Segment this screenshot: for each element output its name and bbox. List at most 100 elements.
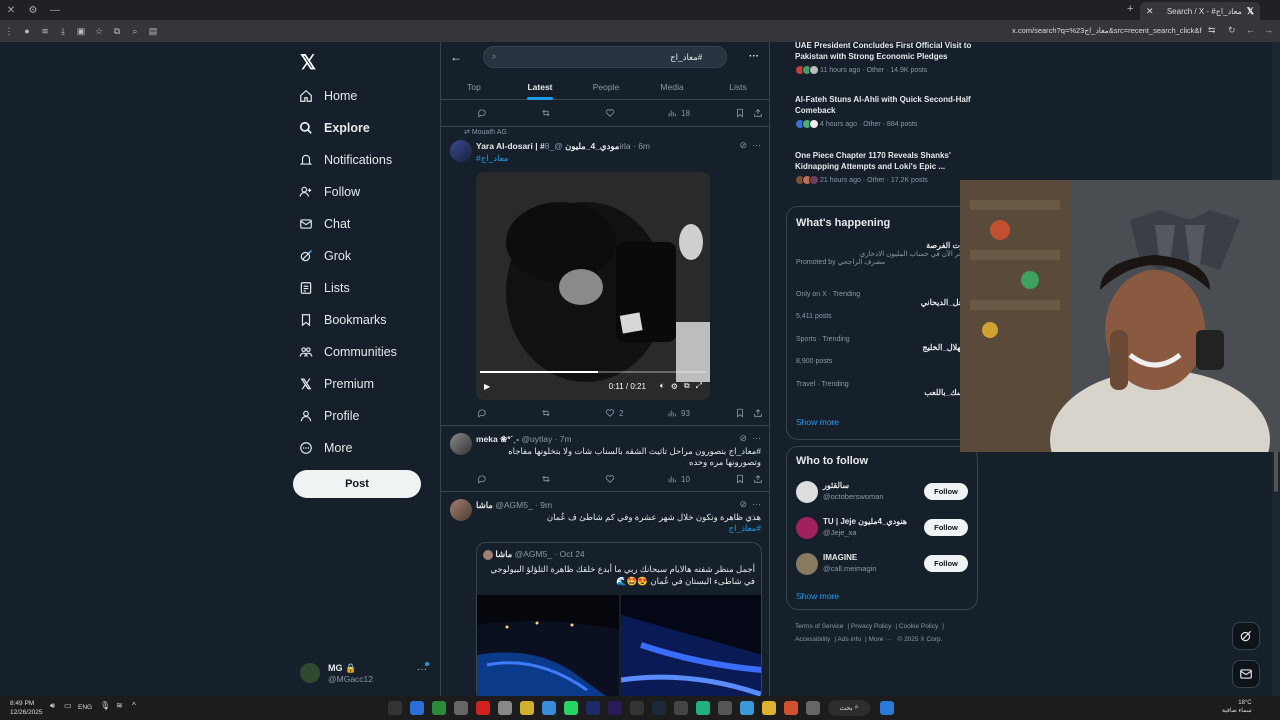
footer-link[interactable]: Terms of Service	[795, 623, 843, 630]
photoshop-icon[interactable]	[586, 701, 600, 715]
views-button[interactable]: 10	[667, 474, 735, 484]
app-icon[interactable]	[674, 701, 688, 715]
mic-icon[interactable]: 🎙︎	[100, 701, 114, 715]
tab-x-search[interactable]: ✕ Search / X - #معاد_اج 𝕏	[1140, 2, 1260, 20]
footer-link[interactable]: Ads info	[838, 636, 862, 643]
site-settings-icon[interactable]: ⇆	[1208, 25, 1216, 36]
weather-widget[interactable]: 18°C سماء صافية	[1222, 699, 1252, 715]
menu-icon[interactable]: ⋮	[0, 26, 18, 37]
copy-icon[interactable]: ⧉	[108, 26, 126, 37]
avatar[interactable]	[450, 140, 472, 162]
tab-lists[interactable]: Lists	[705, 76, 769, 99]
reply-icon[interactable]	[477, 474, 541, 484]
speaker-icon[interactable]: 🔊︎	[50, 701, 64, 715]
close-tab-icon[interactable]: ✕	[1146, 6, 1154, 17]
steam-icon[interactable]	[652, 701, 666, 715]
start-icon[interactable]	[880, 701, 894, 715]
wifi-icon[interactable]: ≋	[116, 701, 130, 715]
app-icon[interactable]	[498, 701, 512, 715]
browser-settings-icon[interactable]: ⚙	[22, 5, 44, 16]
author-handle[interactable]: @uytlay · 7m	[521, 434, 571, 444]
app-icon[interactable]	[806, 701, 820, 715]
more-dots-icon[interactable]: ···	[752, 433, 761, 443]
language-indicator[interactable]: ENG	[78, 704, 92, 711]
more-dots-icon[interactable]: ···	[752, 499, 761, 509]
views-button[interactable]: 18	[667, 108, 735, 118]
grok-icon[interactable]: ⊘	[739, 433, 747, 443]
tab-latest[interactable]: Latest	[507, 76, 573, 100]
follow-suggestion[interactable]: سالقثور @octoberswoman Follow	[796, 479, 974, 505]
news-item[interactable]: UAE President Concludes First Official V…	[795, 42, 975, 75]
news-item[interactable]: Al-Fateh Stuns Al-Ahli with Quick Second…	[795, 94, 975, 129]
app-icon[interactable]	[520, 701, 534, 715]
account-switcher[interactable]: MG 🔒 @MGacc12 ···	[300, 658, 435, 688]
avatar[interactable]	[450, 499, 472, 521]
sidebar-icon[interactable]: ▣	[72, 26, 90, 37]
app-icon[interactable]	[696, 701, 710, 715]
quote-image-left[interactable]	[477, 595, 619, 696]
video-player[interactable]: ▶ 0:11 / 0:21 🔈︎ ⚙ ⧉ ⤢	[476, 172, 710, 400]
sidebar-item-chat[interactable]: Chat	[298, 208, 397, 240]
quote-image-right[interactable]	[621, 595, 762, 696]
youtube-icon[interactable]	[476, 701, 490, 715]
news-item[interactable]: One Piece Chapter 1170 Reveals Shanks' K…	[795, 150, 975, 185]
sidebar-item-follow[interactable]: Follow	[298, 176, 397, 208]
app-icon[interactable]	[784, 701, 798, 715]
repost-icon[interactable]	[541, 408, 605, 418]
search-box[interactable]: ⌕	[483, 46, 727, 68]
sidebar-item-explore[interactable]: Explore	[298, 112, 397, 144]
app-icon[interactable]	[630, 701, 644, 715]
xbox-icon[interactable]	[432, 701, 446, 715]
back-arrow-icon[interactable]: ←	[450, 50, 462, 64]
post-button[interactable]: Post	[293, 470, 421, 498]
author-handle[interactable]: @AGM5_ · 9m	[495, 500, 552, 510]
sidebar-item-bookmarks[interactable]: Bookmarks	[298, 304, 397, 336]
taskbar-search[interactable]: بحث ⌕	[828, 700, 870, 716]
close-window-icon[interactable]: ✕	[0, 5, 22, 16]
settings-icon[interactable]: ⚙	[671, 382, 678, 391]
show-more-link[interactable]: Show more	[796, 417, 839, 427]
app-icon[interactable]	[388, 701, 402, 715]
trend-item[interactable]: Travel · Trending #سك_باللعب	[796, 381, 976, 397]
messages-float-button[interactable]	[1232, 660, 1260, 688]
zoom-icon[interactable]: ⌕	[126, 26, 144, 37]
share-icon[interactable]	[753, 108, 763, 118]
fullscreen-icon[interactable]: ⤢	[696, 381, 702, 391]
app-icon[interactable]	[718, 701, 732, 715]
extension-icon[interactable]: ≋	[36, 26, 54, 37]
bookmark-icon[interactable]	[735, 408, 753, 418]
x-logo-icon[interactable]: 𝕏	[300, 50, 316, 75]
reload-icon[interactable]: ↻	[1228, 25, 1236, 36]
sidebar-item-home[interactable]: Home	[298, 80, 397, 112]
chevron-up-icon[interactable]: ^	[132, 701, 146, 715]
star-icon[interactable]: ☆	[90, 26, 108, 37]
repost-icon[interactable]	[541, 474, 605, 484]
minimize-icon[interactable]: —	[44, 5, 66, 16]
collections-icon[interactable]: ▤	[144, 26, 162, 37]
follow-button[interactable]: Follow	[924, 519, 968, 536]
more-options-icon[interactable]: ···	[749, 51, 759, 62]
footer-link[interactable]: More ···	[869, 636, 892, 643]
app-icon[interactable]	[542, 701, 556, 715]
volume-icon[interactable]: 🔈︎	[660, 381, 665, 391]
bookmark-icon[interactable]	[735, 108, 753, 118]
share-icon[interactable]	[753, 474, 763, 484]
sidebar-item-profile[interactable]: Profile	[298, 400, 397, 432]
sidebar-item-notifications[interactable]: Notifications	[298, 144, 397, 176]
footer-link[interactable]: Privacy Policy	[851, 623, 891, 630]
reply-icon[interactable]	[477, 408, 541, 418]
browser-icon[interactable]	[740, 701, 754, 715]
premiere-icon[interactable]	[608, 701, 622, 715]
repost-icon[interactable]	[541, 108, 605, 118]
sidebar-item-more[interactable]: More	[298, 432, 397, 464]
address-field[interactable]: x.com/search?q=%23معاد_اج&src=recent_sea…	[1012, 26, 1202, 35]
whatsapp-icon[interactable]	[564, 701, 578, 715]
footer-link[interactable]: Cookie Policy	[899, 623, 938, 630]
views-button[interactable]: 93	[667, 408, 735, 418]
share-icon[interactable]	[753, 408, 763, 418]
search-input[interactable]	[502, 52, 703, 62]
sidebar-item-communities[interactable]: Communities	[298, 336, 397, 368]
grok-icon[interactable]: ⊘	[739, 499, 747, 509]
show-more-link[interactable]: Show more	[796, 591, 839, 601]
bookmark-icon[interactable]	[735, 474, 753, 484]
